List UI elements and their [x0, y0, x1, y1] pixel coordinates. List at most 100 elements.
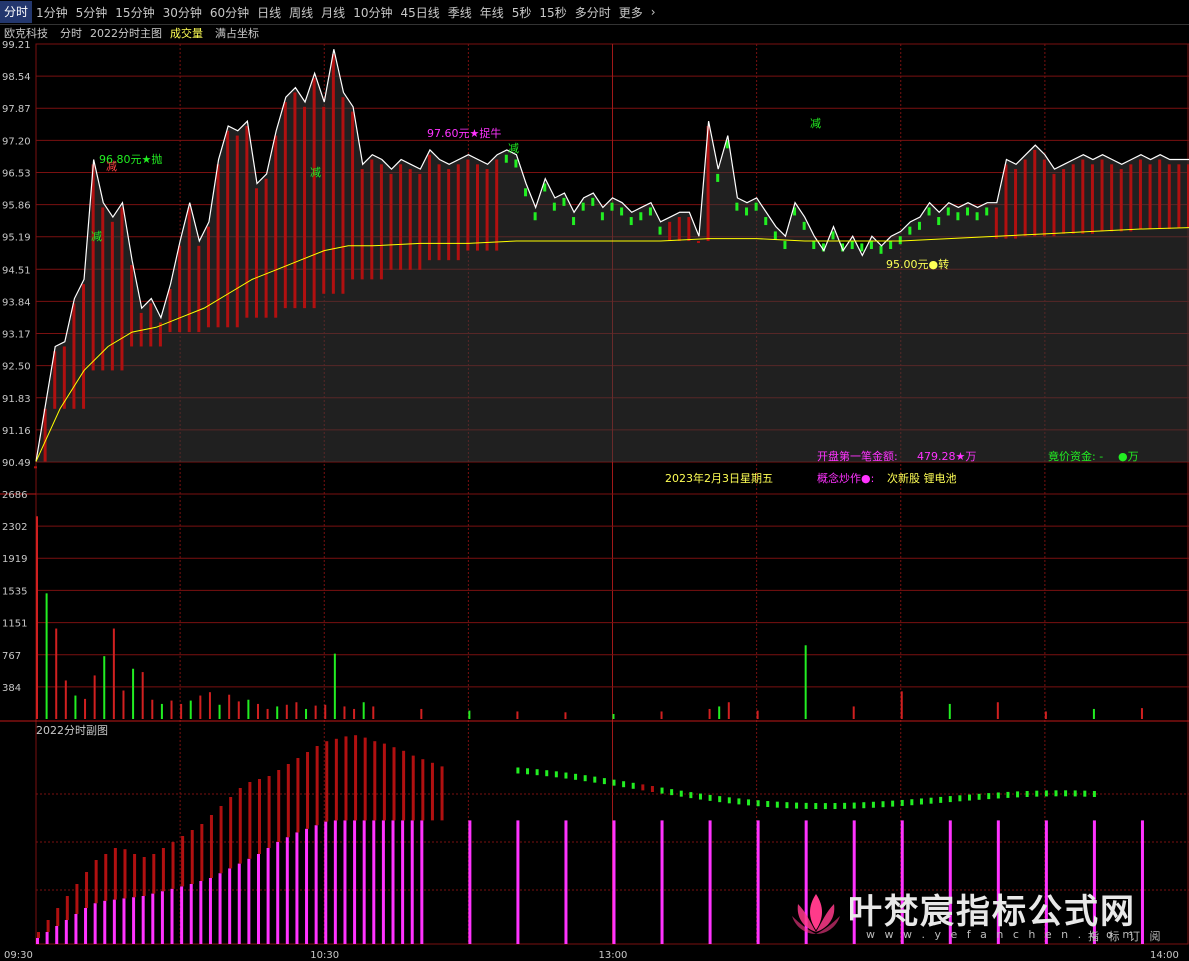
period-tab-13[interactable]: 5秒: [508, 4, 536, 21]
sub-signal-bar: [545, 770, 549, 777]
sub-magenta-bar: [122, 898, 126, 944]
sub-signal-bar: [775, 801, 779, 808]
price-tick: 95.19: [2, 233, 31, 244]
period-tab-1[interactable]: 1分钟: [32, 4, 72, 21]
indicator-band-bar: [802, 221, 806, 230]
sub-signal-bar: [737, 798, 741, 805]
watermark: 叶梵宸指标公式网 w w w . y e f a n c h e n . c o…: [788, 884, 1168, 944]
watermark-title: 叶梵宸指标公式网: [848, 892, 1136, 932]
period-tab-15[interactable]: 多分时: [571, 4, 615, 21]
concept-label: 概念炒作●:: [817, 471, 874, 485]
period-tab-9[interactable]: 10分钟: [349, 4, 396, 21]
indicator-band-bar: [860, 243, 864, 252]
sub-magenta-bar: [151, 893, 155, 944]
volume-bar: [420, 708, 423, 719]
indicator-band-bar: [456, 164, 460, 261]
concept-value: 次新股 锂电池: [887, 471, 957, 485]
period-tab-12[interactable]: 年线: [476, 4, 508, 21]
price-tick: 93.17: [2, 330, 31, 341]
sub-magenta-bar: [189, 884, 193, 944]
intraday-chart: 欧克科技 分时 2022分时主图 成交量 满占坐标 99.21 98.54 97.87 97.2…: [0, 26, 1189, 961]
indicator-band-bar: [937, 217, 941, 226]
trade-date: 2023年2月3日星期五: [665, 471, 773, 485]
sub-signal-bar: [564, 772, 568, 779]
sub-signal-bar: [891, 800, 895, 807]
indicator-band-bar: [735, 202, 739, 211]
sub-magenta-bar: [170, 888, 174, 944]
indicator-band-bar: [283, 102, 287, 309]
indicator-band-bar: [658, 226, 662, 235]
indicator-band-bar: [773, 231, 777, 240]
period-tab-0[interactable]: 分时: [0, 1, 33, 23]
sub-magenta-bar: [756, 820, 760, 944]
sub-signal-bar: [747, 799, 751, 806]
indicator-band-bar: [812, 241, 816, 250]
sub-red-bar: [306, 752, 310, 829]
indicator-band-bar: [206, 226, 210, 328]
sub-signal-bar: [583, 775, 587, 782]
period-tab-11[interactable]: 季线: [444, 4, 476, 21]
sub-signal-bar: [631, 782, 635, 789]
period-tab-5[interactable]: 60分钟: [206, 4, 253, 21]
sub-magenta-bar: [324, 821, 328, 944]
sub-red-bar: [363, 737, 367, 821]
period-tab-7[interactable]: 周线: [285, 4, 317, 21]
sub-red-bar: [325, 741, 329, 822]
period-tab-16[interactable]: 更多: [615, 4, 647, 21]
more-chevron-icon[interactable]: ›: [647, 5, 660, 19]
period-tab-3[interactable]: 15分钟: [111, 4, 158, 21]
sub-signal-bar: [554, 771, 558, 778]
indicator-band-bar: [668, 221, 672, 242]
volume-bar: [333, 653, 336, 719]
indicator-band-bar: [1081, 159, 1085, 234]
indicator-band-bar: [552, 202, 556, 211]
sub-magenta-bar: [141, 896, 145, 944]
sub-signal-bar: [871, 801, 875, 808]
period-tab-14[interactable]: 15秒: [535, 4, 570, 21]
sub-magenta-bar: [468, 820, 472, 944]
indicator-band-bar: [91, 164, 95, 371]
indicator-band-bar: [130, 264, 134, 347]
volume-bar: [564, 712, 567, 719]
sub-red-bar: [267, 776, 271, 848]
volume-bar: [84, 698, 87, 719]
sub-red-bar: [392, 747, 396, 821]
indicator-band-bar: [572, 217, 576, 226]
sub-magenta-bar: [660, 820, 664, 944]
indicator-band-bar: [303, 106, 307, 309]
sub-magenta-bar: [93, 903, 97, 944]
volume-bar: [1092, 708, 1095, 719]
volume-bar: [1044, 711, 1047, 719]
indicator-band-bar: [427, 154, 431, 261]
sub-signal-bar: [900, 799, 904, 806]
period-tab-6[interactable]: 日线: [253, 4, 285, 21]
indicator-band-bar: [274, 135, 278, 318]
period-tab-8[interactable]: 月线: [317, 4, 349, 21]
reduce-signal-label: 减: [91, 230, 102, 243]
indicator-band-bar: [331, 54, 335, 294]
sub-signal-bar: [1025, 790, 1029, 797]
sub-signal-bar: [929, 797, 933, 804]
sub-red-bar: [161, 848, 165, 892]
chart-mode: 分时: [60, 27, 82, 40]
sub-red-bar: [85, 872, 89, 908]
indicator-band-bar: [178, 245, 182, 333]
volume-tick: 1535: [2, 586, 27, 597]
sub-signal-bar: [670, 789, 674, 796]
sub-red-bar: [75, 884, 79, 914]
time-label: 14:00: [1150, 950, 1179, 961]
period-tab-4[interactable]: 30分钟: [159, 4, 206, 21]
sub-signal-bar: [814, 803, 818, 810]
indicator-band-bar: [639, 212, 643, 221]
watermark-subscribe: 指 标 订 阅: [1088, 930, 1164, 943]
period-tab-2[interactable]: 5分钟: [72, 4, 112, 21]
volume-bar: [36, 516, 38, 719]
price-tick: 90.49: [2, 458, 31, 469]
sub-red-bar: [344, 736, 348, 821]
coordinate-mode: 满占坐标: [215, 26, 259, 40]
volume-bar: [122, 690, 125, 719]
period-tab-10[interactable]: 45日线: [396, 4, 443, 21]
sub-red-bar: [133, 854, 137, 898]
volume-bar: [612, 713, 615, 719]
sub-signal-bar: [939, 796, 943, 803]
